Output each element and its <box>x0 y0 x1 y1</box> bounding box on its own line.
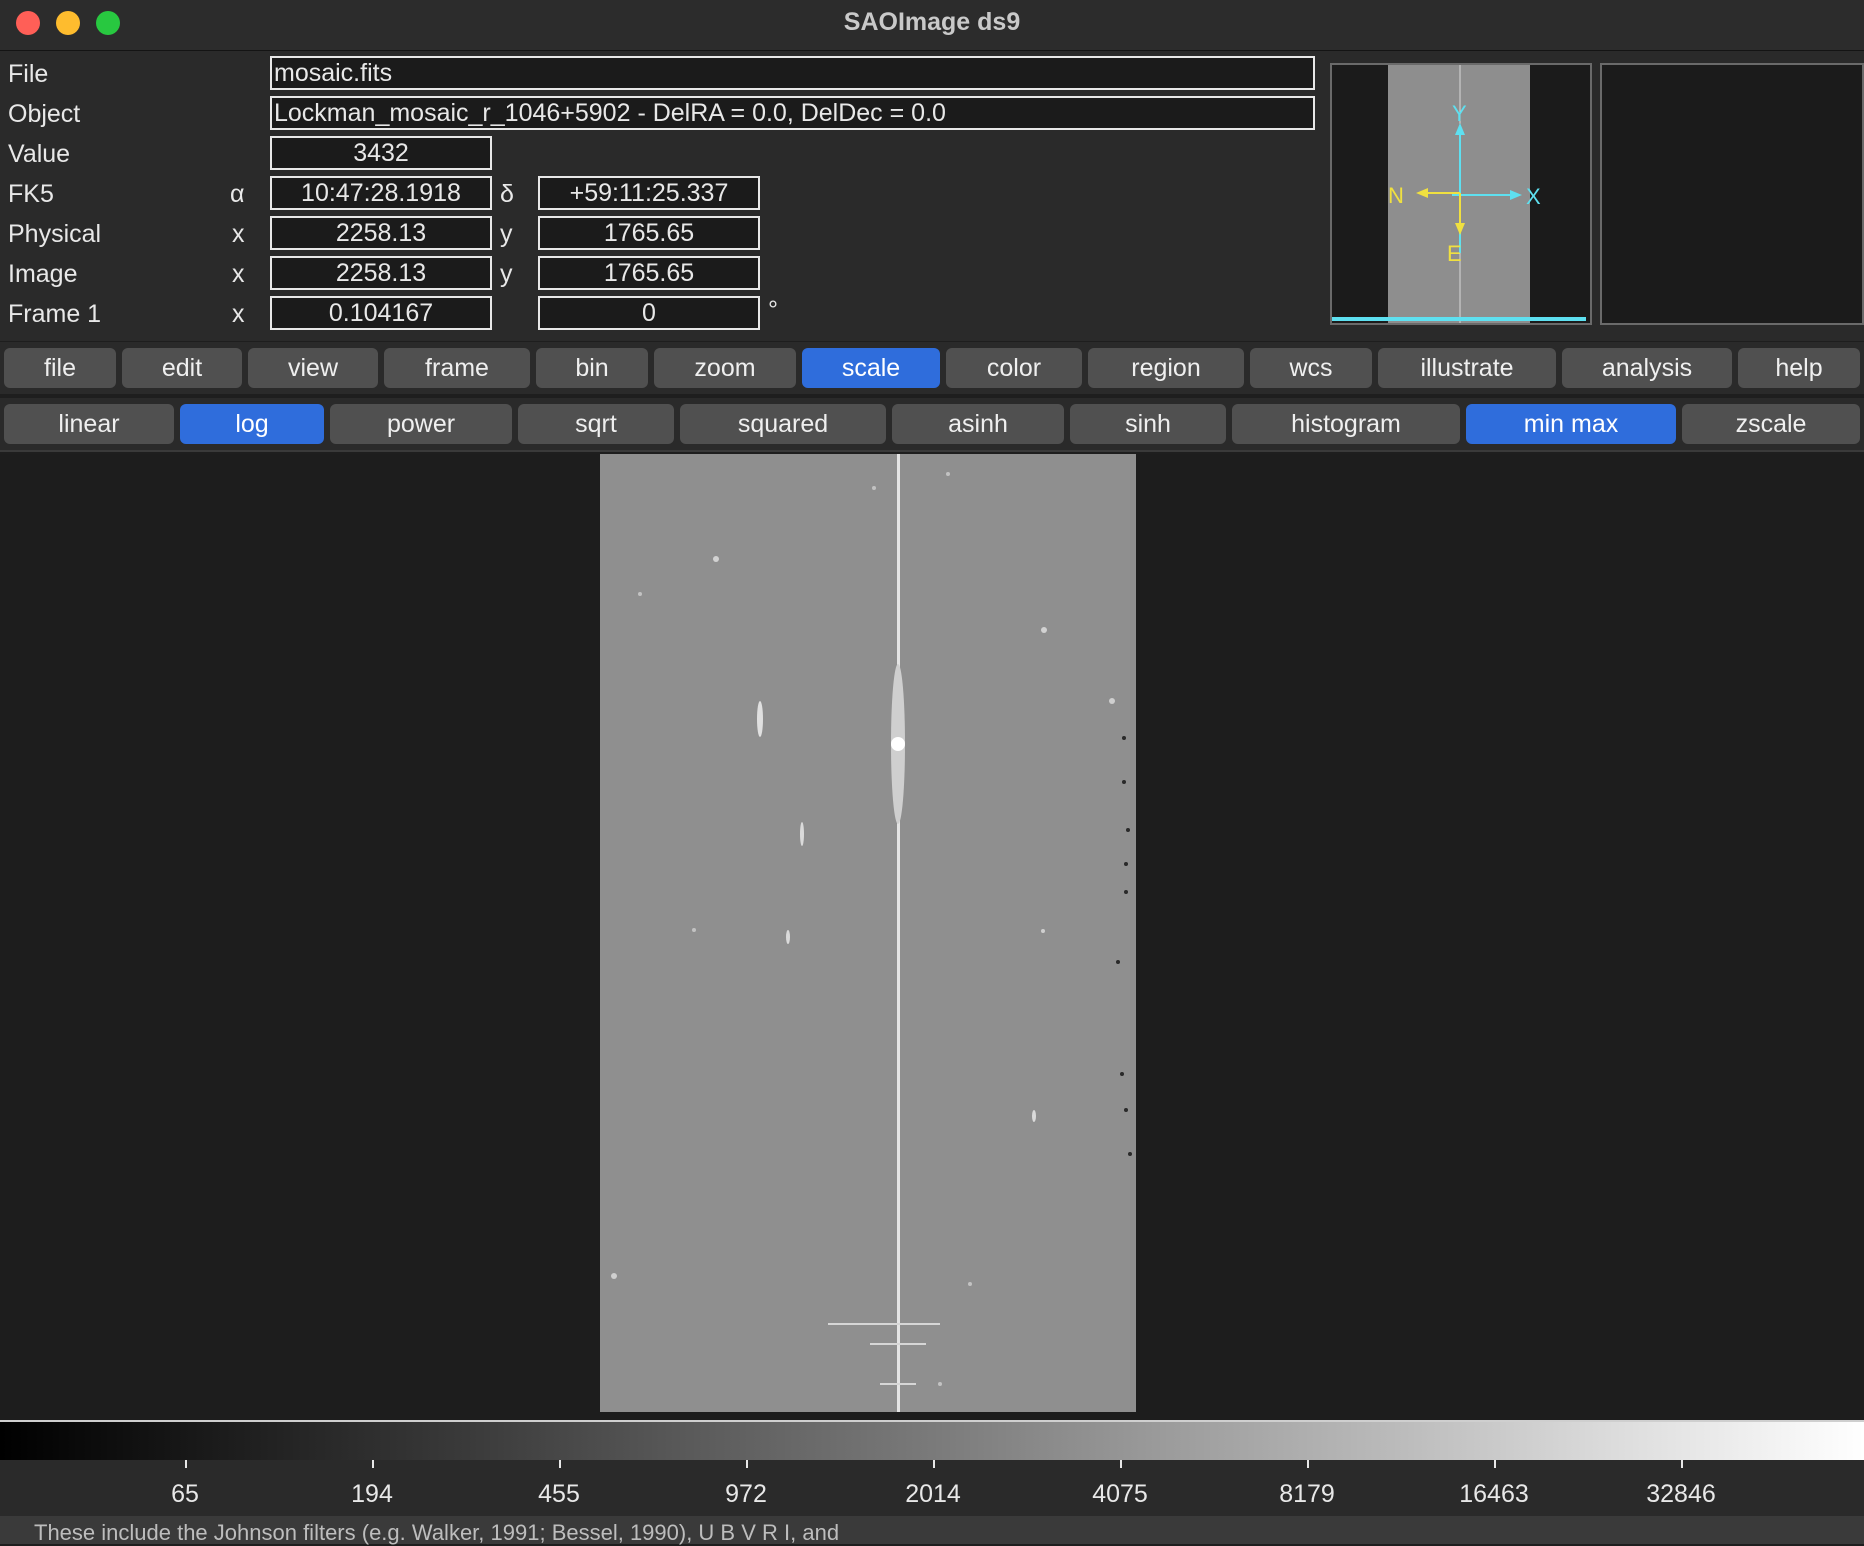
main-button-bar: file edit view frame bin zoom scale colo… <box>0 342 1864 394</box>
image-canvas[interactable] <box>0 454 1864 1524</box>
tick-mark <box>1494 1460 1496 1468</box>
menu-button-view[interactable]: view <box>248 348 378 388</box>
physical-label: Physical <box>8 220 102 248</box>
tick-mark <box>933 1460 935 1468</box>
image-y-symbol: y <box>500 260 513 288</box>
scale-button-log[interactable]: log <box>180 404 324 444</box>
physical-x-field[interactable]: 2258.13 <box>270 216 492 250</box>
scale-button-linear[interactable]: linear <box>4 404 174 444</box>
menu-button-zoom[interactable]: zoom <box>654 348 796 388</box>
colorbar-tick-label: 2014 <box>905 1480 961 1508</box>
menu-button-region[interactable]: region <box>1088 348 1244 388</box>
fk5-ra-field[interactable]: 10:47:28.1918 <box>270 176 492 210</box>
colorbar-tick-label: 65 <box>171 1480 199 1508</box>
physical-y-field[interactable]: 1765.65 <box>538 216 760 250</box>
menu-button-bin[interactable]: bin <box>536 348 648 388</box>
colorbar-ticks: 65 194 455 972 2014 4075 8179 16463 3284… <box>0 1460 1864 1516</box>
magnifier-view <box>1600 63 1864 325</box>
frame-label: Frame 1 <box>8 300 102 328</box>
object-label: Object <box>8 100 81 128</box>
tick-mark <box>559 1460 561 1468</box>
fits-image <box>600 454 1136 1524</box>
compass-e-label: E <box>1447 241 1462 266</box>
frame-zoom-field[interactable]: 0.104167 <box>270 296 492 330</box>
compass-n-label: N <box>1388 183 1404 208</box>
tick-mark <box>746 1460 748 1468</box>
colorbar-tick-label: 16463 <box>1459 1480 1529 1508</box>
tick-mark <box>1120 1460 1122 1468</box>
window-title: SAOImage ds9 <box>843 8 1021 36</box>
colorbar-tick-label: 4075 <box>1092 1480 1148 1508</box>
image-label: Image <box>8 260 78 288</box>
background-window-strip: These include the Johnson filters (e.g. … <box>0 1516 1864 1545</box>
scale-button-bar: linear log power sqrt squared asinh sinh… <box>0 398 1864 450</box>
value-label: Value <box>8 140 71 168</box>
scale-button-power[interactable]: power <box>330 404 512 444</box>
degree-symbol: ° <box>768 296 778 324</box>
colorbar-tick-label: 194 <box>351 1480 393 1508</box>
image-x-field[interactable]: 2258.13 <box>270 256 492 290</box>
scale-button-sinh[interactable]: sinh <box>1070 404 1226 444</box>
menu-button-scale[interactable]: scale <box>802 348 940 388</box>
menu-button-analysis[interactable]: analysis <box>1562 348 1732 388</box>
tick-mark <box>1307 1460 1309 1468</box>
panner-bbox-indicator <box>1332 317 1586 321</box>
fk5-dec-field[interactable]: +59:11:25.337 <box>538 176 760 210</box>
panner-thumbnail: Y X N E <box>1332 65 1590 323</box>
menu-button-illustrate[interactable]: illustrate <box>1378 348 1556 388</box>
colorbar-tick-label: 972 <box>725 1480 767 1508</box>
panner-view[interactable]: Y X N E <box>1330 63 1592 325</box>
scale-button-squared[interactable]: squared <box>680 404 886 444</box>
divider <box>0 450 1864 452</box>
menu-button-help[interactable]: help <box>1738 348 1860 388</box>
image-y-field[interactable]: 1765.65 <box>538 256 760 290</box>
colorbar-tick-label: 455 <box>538 1480 580 1508</box>
menu-button-file[interactable]: file <box>4 348 116 388</box>
file-field[interactable]: mosaic.fits <box>270 56 1315 90</box>
alpha-symbol: α <box>230 180 245 208</box>
image-x-symbol: x <box>232 260 245 288</box>
object-field[interactable]: Lockman_mosaic_r_1046+5902 - DelRA = 0.0… <box>270 96 1315 130</box>
scale-button-histogram[interactable]: histogram <box>1232 404 1460 444</box>
compass-x-label: X <box>1526 184 1541 209</box>
menu-button-edit[interactable]: edit <box>122 348 242 388</box>
menu-button-frame[interactable]: frame <box>384 348 530 388</box>
colorbar-tick-label: 32846 <box>1646 1480 1716 1508</box>
tick-mark <box>185 1460 187 1468</box>
menu-button-color[interactable]: color <box>946 348 1082 388</box>
fk5-label: FK5 <box>8 180 54 208</box>
colorbar[interactable] <box>0 1420 1864 1462</box>
file-label: File <box>8 60 49 88</box>
frame-x-symbol: x <box>232 300 245 328</box>
value-field[interactable]: 3432 <box>270 136 492 170</box>
title-bar: SAOImage ds9 <box>0 0 1864 51</box>
physical-x-symbol: x <box>232 220 245 248</box>
scale-button-sqrt[interactable]: sqrt <box>518 404 674 444</box>
frame-angle-field[interactable]: 0 <box>538 296 760 330</box>
info-panel: File mosaic.fits Object Lockman_mosaic_r… <box>0 51 1864 341</box>
physical-y-symbol: y <box>500 220 513 248</box>
scale-button-zscale[interactable]: zscale <box>1682 404 1860 444</box>
colorbar-tick-label: 8179 <box>1279 1480 1335 1508</box>
delta-symbol: δ <box>500 180 514 208</box>
tick-mark <box>372 1460 374 1468</box>
background-text: These include the Johnson filters (e.g. … <box>34 1520 840 1545</box>
menu-button-wcs[interactable]: wcs <box>1250 348 1372 388</box>
compass-y-label: Y <box>1452 101 1467 126</box>
scale-button-asinh[interactable]: asinh <box>892 404 1064 444</box>
tick-mark <box>1681 1460 1683 1468</box>
scale-button-min-max[interactable]: min max <box>1466 404 1676 444</box>
